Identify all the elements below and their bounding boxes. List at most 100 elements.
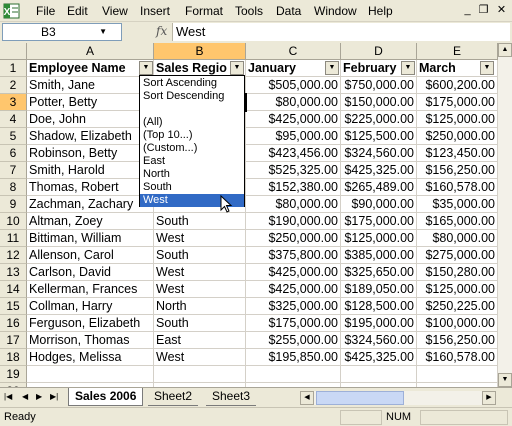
row-header-10[interactable]: 10 bbox=[0, 213, 27, 230]
cell-mar[interactable]: $125,000.00 bbox=[417, 281, 498, 298]
row-header-15[interactable]: 15 bbox=[0, 298, 27, 315]
cell-feb[interactable]: $128,500.00 bbox=[341, 298, 417, 315]
cell-name[interactable]: Smith, Jane bbox=[27, 77, 154, 94]
cell-jan[interactable]: $425,000.00 bbox=[246, 111, 341, 128]
cell-name[interactable] bbox=[27, 366, 154, 383]
menu-window[interactable]: Window bbox=[314, 4, 357, 18]
cell-jan[interactable]: $425,000.00 bbox=[246, 264, 341, 281]
scroll-left-icon[interactable]: ◀ bbox=[300, 391, 314, 405]
cell-jan[interactable]: $250,000.00 bbox=[246, 230, 341, 247]
cell-feb[interactable]: $150,000.00 bbox=[341, 94, 417, 111]
menu-insert[interactable]: Insert bbox=[140, 4, 170, 18]
filter-option[interactable]: South bbox=[140, 181, 244, 194]
cell-region[interactable]: South bbox=[154, 247, 246, 264]
cell-name[interactable]: Carlson, David bbox=[27, 264, 154, 281]
cell-mar[interactable]: $156,250.00 bbox=[417, 332, 498, 349]
filter-option[interactable]: Sort Ascending bbox=[140, 77, 244, 90]
filter-option[interactable]: (Top 10...) bbox=[140, 129, 244, 142]
row-header-2[interactable]: 2 bbox=[0, 77, 27, 94]
chevron-down-icon[interactable]: ▼ bbox=[99, 24, 107, 40]
row-header-17[interactable]: 17 bbox=[0, 332, 27, 349]
filter-dropdown-icon[interactable]: ▼ bbox=[139, 61, 153, 75]
cell-name[interactable]: Hodges, Melissa bbox=[27, 349, 154, 366]
cell-mar[interactable]: $250,225.00 bbox=[417, 298, 498, 315]
cell-feb[interactable]: $225,000.00 bbox=[341, 111, 417, 128]
select-all-corner[interactable] bbox=[0, 43, 27, 60]
row-header-12[interactable]: 12 bbox=[0, 247, 27, 264]
header-cell-employee-name[interactable]: Employee Name ▼ bbox=[27, 60, 154, 77]
header-cell-january[interactable]: January ▼ bbox=[246, 60, 341, 77]
cell-name[interactable]: Shadow, Elizabeth bbox=[27, 128, 154, 145]
menu-file[interactable]: File bbox=[36, 4, 55, 18]
cell-feb[interactable]: $195,000.00 bbox=[341, 315, 417, 332]
cell-region[interactable] bbox=[154, 366, 246, 383]
cell-jan[interactable]: $325,000.00 bbox=[246, 298, 341, 315]
cell-feb[interactable]: $325,650.00 bbox=[341, 264, 417, 281]
cell-name[interactable]: Robinson, Betty bbox=[27, 145, 154, 162]
cell-mar[interactable]: $600,200.00 bbox=[417, 77, 498, 94]
cell-jan[interactable]: $195,850.00 bbox=[246, 349, 341, 366]
row-header-6[interactable]: 6 bbox=[0, 145, 27, 162]
vertical-scrollbar[interactable]: ▲ ▼ bbox=[498, 43, 512, 387]
menu-format[interactable]: Format bbox=[185, 4, 223, 18]
cell-name[interactable]: Smith, Harold bbox=[27, 162, 154, 179]
cell-mar[interactable] bbox=[417, 366, 498, 383]
cell-region[interactable]: North bbox=[154, 298, 246, 315]
cell-feb[interactable]: $175,000.00 bbox=[341, 213, 417, 230]
tab-sales-2006[interactable]: Sales 2006 bbox=[68, 388, 144, 406]
cell-mar[interactable]: $125,000.00 bbox=[417, 111, 498, 128]
next-sheet-icon[interactable]: ▶ bbox=[36, 392, 42, 401]
filter-option[interactable]: Sort Descending bbox=[140, 90, 244, 103]
cell-mar[interactable]: $156,250.00 bbox=[417, 162, 498, 179]
cell-mar[interactable]: $275,000.00 bbox=[417, 247, 498, 264]
row-header-13[interactable]: 13 bbox=[0, 264, 27, 281]
cell-feb[interactable] bbox=[341, 366, 417, 383]
menu-edit[interactable]: Edit bbox=[67, 4, 88, 18]
cell-name[interactable]: Zachman, Zachary bbox=[27, 196, 154, 213]
menu-help[interactable]: Help bbox=[368, 4, 393, 18]
cell-feb[interactable]: $265,489.00 bbox=[341, 179, 417, 196]
cell-region[interactable]: West bbox=[154, 349, 246, 366]
cell-jan[interactable]: $80,000.00 bbox=[246, 94, 341, 111]
cell-jan[interactable]: $175,000.00 bbox=[246, 315, 341, 332]
scroll-up-icon[interactable]: ▲ bbox=[498, 43, 512, 57]
cell-jan[interactable]: $95,000.00 bbox=[246, 128, 341, 145]
row-header-8[interactable]: 8 bbox=[0, 179, 27, 196]
cell-mar[interactable]: $80,000.00 bbox=[417, 230, 498, 247]
cell-name[interactable]: Potter, Betty bbox=[27, 94, 154, 111]
column-header-c[interactable]: C bbox=[246, 43, 341, 60]
cell-name[interactable]: Doe, John bbox=[27, 111, 154, 128]
first-sheet-icon[interactable]: |◀ bbox=[4, 392, 12, 401]
cell-feb[interactable]: $90,000.00 bbox=[341, 196, 417, 213]
tab-sheet2[interactable]: Sheet2 bbox=[148, 388, 199, 406]
row-header-11[interactable]: 11 bbox=[0, 230, 27, 247]
row-header-9[interactable]: 9 bbox=[0, 196, 27, 213]
cell-jan[interactable]: $255,000.00 bbox=[246, 332, 341, 349]
cell-mar[interactable]: $123,450.00 bbox=[417, 145, 498, 162]
scroll-right-icon[interactable]: ▶ bbox=[482, 391, 496, 405]
filter-dropdown-icon[interactable]: ▼ bbox=[230, 61, 244, 75]
row-header-1[interactable]: 1 bbox=[0, 60, 27, 77]
excel-app-icon[interactable]: X bbox=[3, 3, 20, 19]
cell-jan[interactable]: $505,000.00 bbox=[246, 77, 341, 94]
cell-name[interactable]: Bittiman, William bbox=[27, 230, 154, 247]
column-header-a[interactable]: A bbox=[27, 43, 154, 60]
row-header-5[interactable]: 5 bbox=[0, 128, 27, 145]
cell-feb[interactable]: $385,000.00 bbox=[341, 247, 417, 264]
cell-feb[interactable]: $425,325.00 bbox=[341, 349, 417, 366]
cell-jan[interactable]: $425,000.00 bbox=[246, 281, 341, 298]
cell-jan[interactable]: $525,325.00 bbox=[246, 162, 341, 179]
cell-feb[interactable]: $189,050.00 bbox=[341, 281, 417, 298]
cell-jan[interactable]: $423,456.00 bbox=[246, 145, 341, 162]
cell-name[interactable]: Allenson, Carol bbox=[27, 247, 154, 264]
name-box[interactable]: B3 ▼ bbox=[2, 23, 122, 41]
filter-option[interactable]: East bbox=[140, 155, 244, 168]
cell-mar[interactable]: $175,000.00 bbox=[417, 94, 498, 111]
cell-name[interactable]: Morrison, Thomas bbox=[27, 332, 154, 349]
restore-icon[interactable]: ❐ bbox=[476, 3, 491, 18]
filter-option[interactable]: (All) bbox=[140, 116, 244, 129]
filter-option[interactable]: (Custom...) bbox=[140, 142, 244, 155]
cell-feb[interactable]: $425,325.00 bbox=[341, 162, 417, 179]
cell-mar[interactable]: $160,578.00 bbox=[417, 349, 498, 366]
cell-mar[interactable]: $250,000.00 bbox=[417, 128, 498, 145]
